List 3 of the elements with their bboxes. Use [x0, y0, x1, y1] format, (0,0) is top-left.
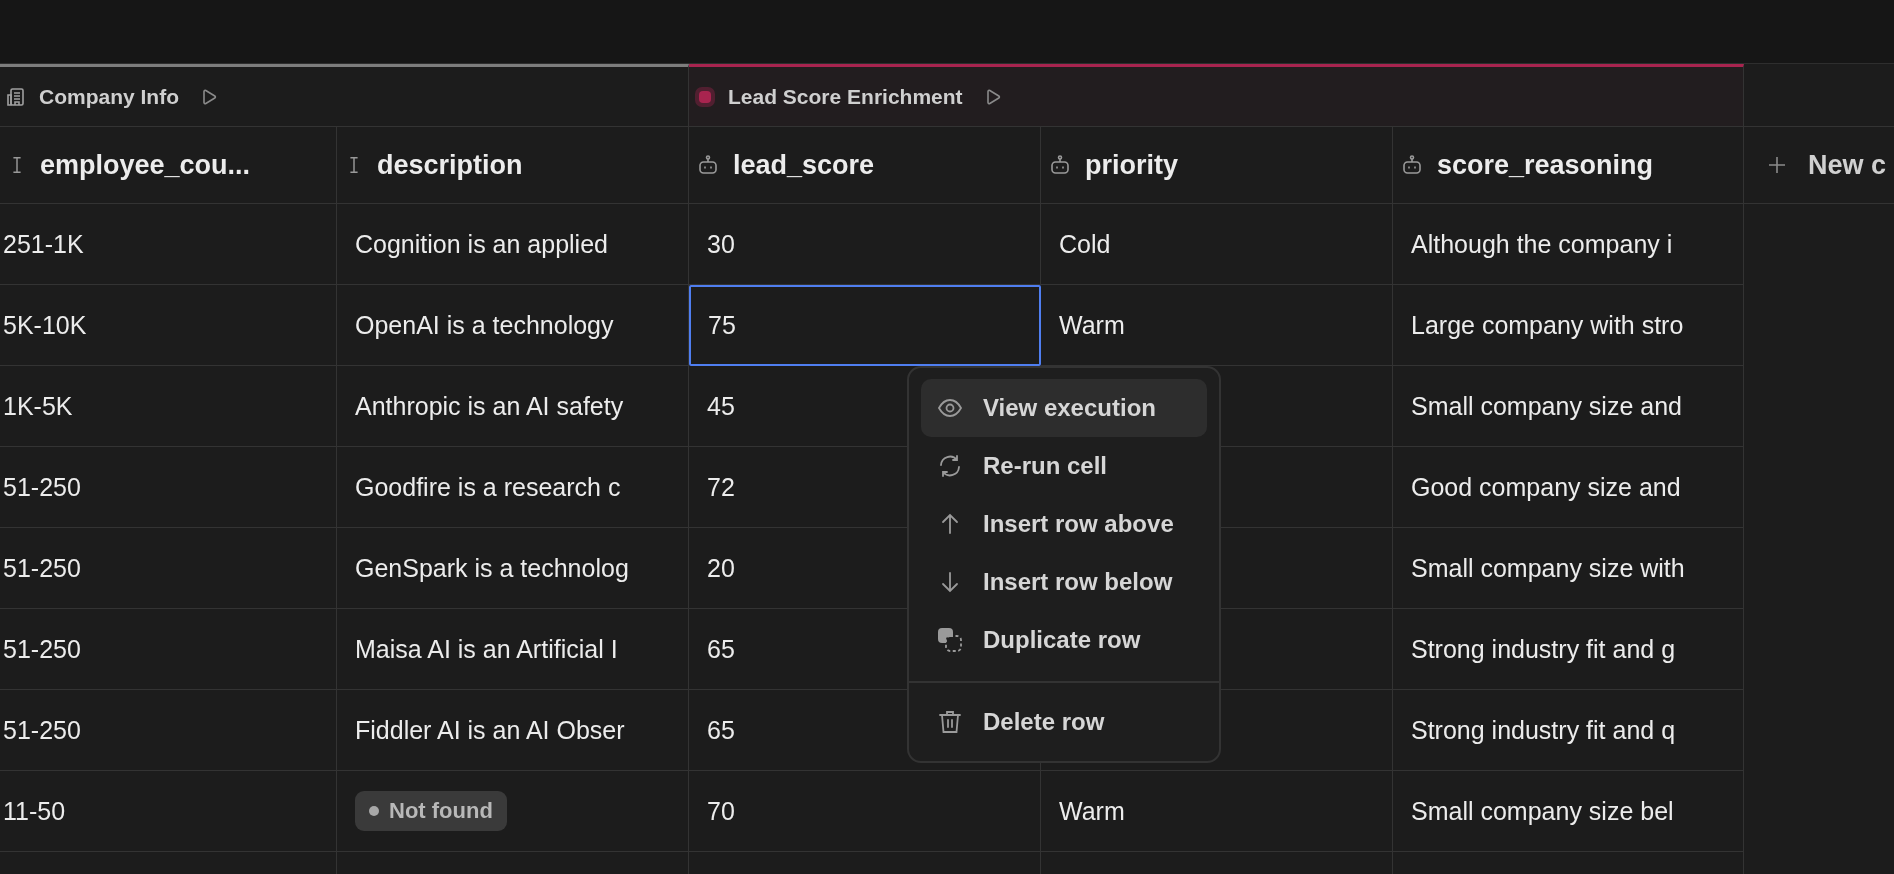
group-title: Company Info [39, 84, 179, 109]
group-title: Lead Score Enrichment [728, 84, 963, 109]
status-badge: Not found [355, 791, 507, 831]
